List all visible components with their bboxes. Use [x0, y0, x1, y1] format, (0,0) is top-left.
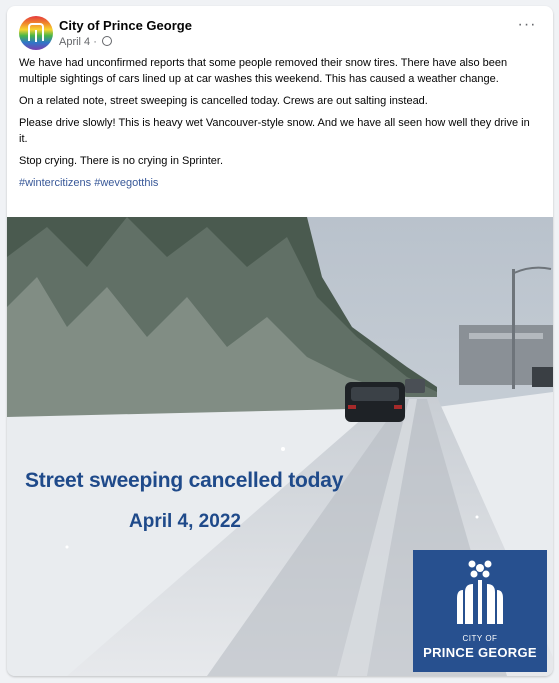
globe-icon: [101, 36, 112, 46]
post-paragraph: Stop crying. There is no crying in Sprin…: [19, 155, 224, 167]
post-paragraph: Please drive slowly! This is heavy wet V…: [19, 117, 530, 145]
post-photo[interactable]: Street sweeping cancelled today April 4,…: [7, 217, 553, 676]
logo-text-city-of: CITY OF: [462, 634, 498, 643]
image-headline: Street sweeping cancelled today: [25, 469, 344, 492]
more-options-icon[interactable]: ···: [515, 17, 539, 38]
post-date-link[interactable]: April 4: [59, 36, 90, 48]
logo-text-prince-george: PRINCE GEORGE: [423, 645, 537, 660]
post-paragraph: We have had unconfirmed reports that som…: [19, 57, 508, 85]
meta-separator: ·: [90, 36, 100, 48]
post-paragraph: On a related note, street sweeping is ca…: [19, 95, 428, 107]
image-date: April 4, 2022: [129, 511, 241, 532]
hashtags: #wintercitizens #wevegotthis: [19, 175, 539, 191]
flower-logo-icon: [457, 560, 503, 624]
city-logo-badge: CITY OF PRINCE GEORGE: [413, 550, 547, 672]
post-meta: April 4 ·: [59, 36, 112, 48]
hashtag-link[interactable]: #wintercitizens: [19, 177, 91, 189]
page-name-link[interactable]: City of Prince George: [59, 18, 192, 33]
post-text: We have had unconfirmed reports that som…: [19, 55, 539, 197]
hashtag-link[interactable]: #wevegotthis: [94, 177, 158, 189]
page-avatar[interactable]: [19, 16, 53, 50]
post-header: City of Prince George April 4 · ···: [19, 16, 541, 56]
post-card: City of Prince George April 4 · ··· We h…: [7, 6, 553, 676]
